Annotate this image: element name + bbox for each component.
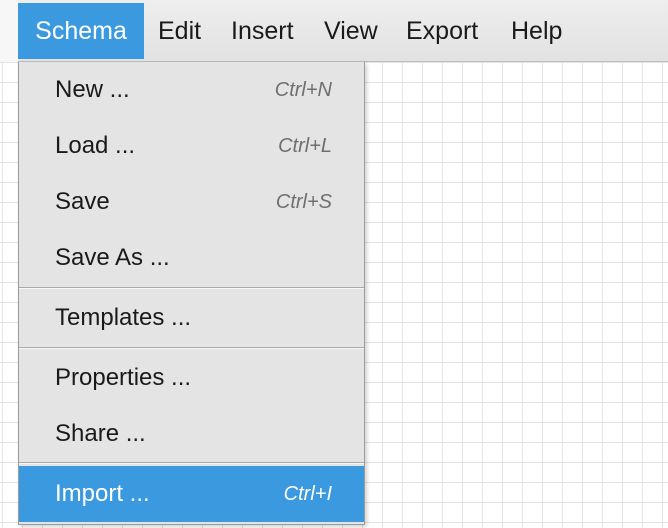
menu-item-templates[interactable]: Templates ... xyxy=(19,290,364,346)
menu-item-shortcut: Ctrl+L xyxy=(278,135,332,157)
menu-item-new[interactable]: New ... Ctrl+N xyxy=(19,62,364,118)
menu-export[interactable]: Export xyxy=(406,0,478,62)
menu-item-label: Save As ... xyxy=(55,244,170,271)
menu-separator xyxy=(19,462,364,464)
menu-item-label: New ... xyxy=(55,76,130,103)
menu-bar-edge xyxy=(0,0,18,62)
menu-item-label: Load ... xyxy=(55,132,136,159)
menu-item-label: Import ... xyxy=(55,480,150,507)
menu-item-label: Save xyxy=(55,188,110,215)
menu-item-shortcut: Ctrl+S xyxy=(275,191,332,213)
schema-dropdown-menu: New ... Ctrl+N Load ... Ctrl+L Save Ctrl… xyxy=(18,62,365,525)
menu-separator xyxy=(19,347,364,349)
menu-item-import[interactable]: Import ... Ctrl+I xyxy=(19,466,364,522)
menu-item-label: Properties ... xyxy=(55,364,192,391)
menu-item-label: Templates ... xyxy=(55,304,192,331)
menu-item-save-as[interactable]: Save As ... xyxy=(19,230,364,286)
menu-insert[interactable]: Insert xyxy=(231,0,294,62)
menu-item-properties[interactable]: Properties ... xyxy=(19,350,364,406)
menu-item-shortcut: Ctrl+N xyxy=(274,79,332,101)
menu-separator xyxy=(19,287,364,289)
menu-item-save[interactable]: Save Ctrl+S xyxy=(19,174,364,230)
menu-view[interactable]: View xyxy=(324,0,378,62)
menu-help[interactable]: Help xyxy=(511,0,562,62)
menu-bar: Schema Edit Insert View Export Help xyxy=(0,0,668,62)
menu-item-shortcut: Ctrl+I xyxy=(283,483,332,505)
menu-schema[interactable]: Schema xyxy=(18,3,144,59)
menu-item-load[interactable]: Load ... Ctrl+L xyxy=(19,118,364,174)
menu-edit[interactable]: Edit xyxy=(158,0,201,62)
menu-item-share[interactable]: Share ... xyxy=(19,406,364,462)
menu-item-label: Share ... xyxy=(55,420,146,447)
